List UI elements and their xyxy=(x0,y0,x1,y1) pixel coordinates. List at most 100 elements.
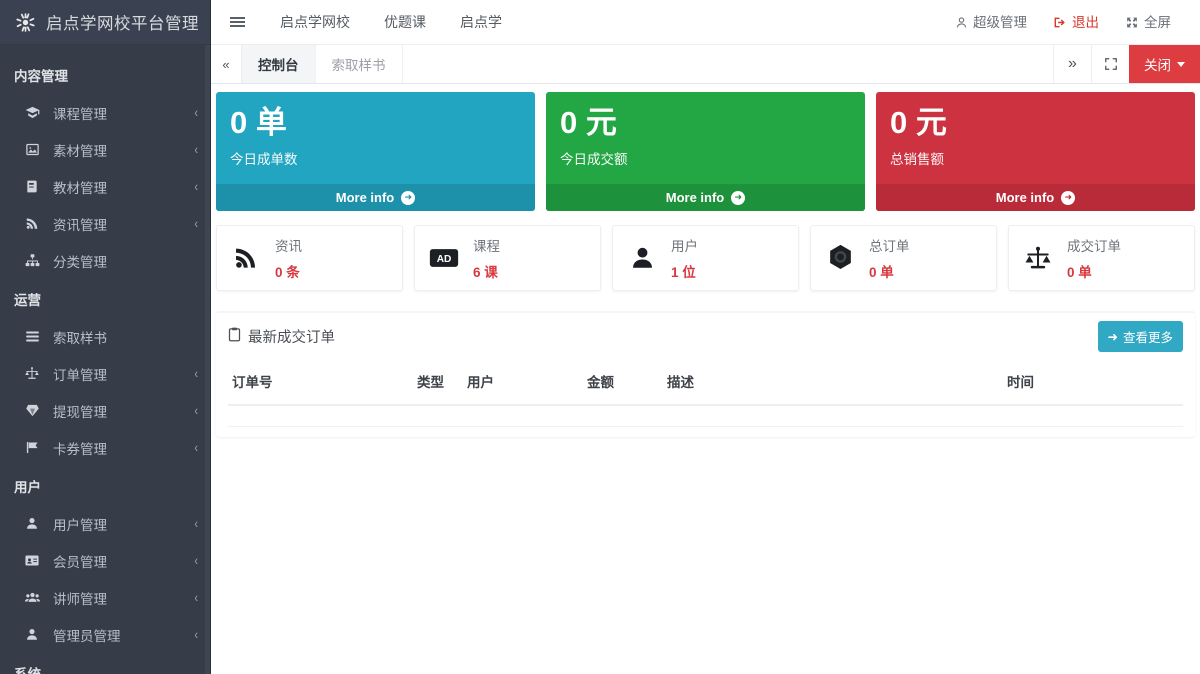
info-box-news[interactable]: 资讯 0 条 xyxy=(216,225,403,291)
info-box-number: 1 位 xyxy=(671,261,698,281)
top-nav-link-quiz[interactable]: 优题课 xyxy=(367,0,443,45)
flag-icon xyxy=(22,440,42,455)
info-box-title: 课程 xyxy=(473,235,500,255)
stat-box-more-link[interactable]: More info ➜ xyxy=(876,184,1195,211)
sidebar-section-operations: 运营 xyxy=(0,279,210,318)
stat-box-body: 0 单 今日成单数 xyxy=(216,92,535,184)
sidebar-item-label: 教材管理 xyxy=(53,177,194,197)
sidebar-item-instructor-management[interactable]: 讲师管理 ‹ xyxy=(0,579,210,616)
sidebar-section-users: 用户 xyxy=(0,466,210,505)
logout-button[interactable]: 退出 xyxy=(1040,0,1112,45)
maximize-icon[interactable] xyxy=(1091,45,1129,83)
sidebar-item-category-management[interactable]: 分类管理 xyxy=(0,242,210,279)
user-icon xyxy=(955,16,968,29)
gem-icon xyxy=(22,403,42,418)
sidebar-item-order-management[interactable]: 订单管理 ‹ xyxy=(0,355,210,392)
sidebar-item-withdrawal-management[interactable]: 提现管理 ‹ xyxy=(0,392,210,429)
graduation-cap-icon xyxy=(22,105,42,120)
latest-orders-panel-header: 最新成交订单 ➜ 查看更多 xyxy=(216,313,1195,359)
info-box-text: 总订单 0 单 xyxy=(869,235,910,281)
top-nav-link-school[interactable]: 启点学网校 xyxy=(263,0,367,45)
sidebar-item-label: 分类管理 xyxy=(53,251,198,271)
stat-box-more-link[interactable]: More info ➜ xyxy=(216,184,535,211)
info-box-title: 总订单 xyxy=(869,235,910,255)
users-icon xyxy=(22,590,42,605)
fullscreen-button[interactable]: 全屏 xyxy=(1112,0,1184,45)
info-box-text: 资讯 0 条 xyxy=(275,235,302,281)
stat-box-more-label: More info xyxy=(336,190,395,205)
sidebar-section-content: 内容管理 xyxy=(0,55,210,94)
chevron-left-icon: ‹ xyxy=(194,366,198,381)
chevron-left-icon: ‹ xyxy=(194,590,198,605)
sidebar-item-label: 会员管理 xyxy=(53,551,194,571)
sidebar-item-user-management[interactable]: 用户管理 ‹ xyxy=(0,505,210,542)
column-order-no: 订单号 xyxy=(228,359,413,405)
sidebar-section-system: 系统 xyxy=(0,653,210,674)
sidebar-item-member-management[interactable]: 会员管理 ‹ xyxy=(0,542,210,579)
column-description: 描述 xyxy=(663,359,1003,405)
view-more-button[interactable]: ➜ 查看更多 xyxy=(1098,321,1184,352)
latest-orders-panel-body: 订单号 类型 用户 金额 描述 时间 xyxy=(216,359,1195,437)
sidebar-item-news-management[interactable]: 资讯管理 ‹ xyxy=(0,205,210,242)
info-box-number: 0 单 xyxy=(869,261,910,281)
sidebar-item-sample-book-request[interactable]: 索取样书 xyxy=(0,318,210,355)
stat-box-today-orders[interactable]: 0 单 今日成单数 More info ➜ xyxy=(216,92,535,211)
sidebar-item-course-management[interactable]: 课程管理 ‹ xyxy=(0,94,210,131)
rss-icon xyxy=(22,216,42,231)
sidebar-brand-title: 启点学网校平台管理 xyxy=(46,10,199,34)
sidebar-item-coupon-management[interactable]: 卡券管理 ‹ xyxy=(0,429,210,466)
latest-orders-panel: 最新成交订单 ➜ 查看更多 订单号 类型 用户 金额 描述 xyxy=(216,311,1195,437)
info-box-completed-orders[interactable]: 成交订单 0 单 xyxy=(1008,225,1195,291)
latest-orders-title-group: 最新成交订单 xyxy=(228,326,335,347)
info-box-users[interactable]: 用户 1 位 xyxy=(612,225,799,291)
arrow-right-icon: ➜ xyxy=(1108,329,1118,344)
column-time: 时间 xyxy=(1003,359,1183,405)
stat-box-more-label: More info xyxy=(666,190,725,205)
sidebar-item-label: 讲师管理 xyxy=(53,588,194,608)
hamburger-icon[interactable] xyxy=(211,0,263,45)
sidebar-item-label: 提现管理 xyxy=(53,401,194,421)
stat-box-more-link[interactable]: More info ➜ xyxy=(546,184,865,211)
rss-icon xyxy=(217,245,275,271)
table-header-row: 订单号 类型 用户 金额 描述 时间 xyxy=(228,359,1183,405)
view-more-label: 查看更多 xyxy=(1123,327,1173,346)
sidebar-item-admin-management[interactable]: 管理员管理 ‹ xyxy=(0,616,210,653)
sidebar-brand[interactable]: 启点学网校平台管理 xyxy=(0,0,210,45)
column-amount: 金额 xyxy=(583,359,663,405)
info-box-title: 用户 xyxy=(671,235,698,255)
stat-box-today-revenue[interactable]: 0 元 今日成交额 More info ➜ xyxy=(546,92,865,211)
list-icon xyxy=(22,329,42,344)
stat-boxes-row: 0 单 今日成单数 More info ➜ 0 元 今日成交额 More inf… xyxy=(216,92,1195,211)
dashboard-content: 0 单 今日成单数 More info ➜ 0 元 今日成交额 More inf… xyxy=(211,84,1200,674)
sidebar-item-label: 订单管理 xyxy=(53,364,194,384)
info-box-total-orders[interactable]: 总订单 0 单 xyxy=(810,225,997,291)
tab-dashboard[interactable]: 控制台 xyxy=(242,45,316,83)
chevron-left-icon: ‹ xyxy=(194,440,198,455)
user-account-button[interactable]: 超级管理 xyxy=(942,0,1040,45)
sitemap-icon xyxy=(22,253,42,268)
chevron-left-icon: ‹ xyxy=(194,142,198,157)
sidebar-item-label: 素材管理 xyxy=(53,140,194,160)
tabs-scroll-prev-button[interactable]: « xyxy=(211,45,242,83)
sidebar-item-label: 用户管理 xyxy=(53,514,194,534)
sidebar-item-textbook-management[interactable]: 教材管理 ‹ xyxy=(0,168,210,205)
top-nav-link-qidianxue[interactable]: 启点学 xyxy=(443,0,519,45)
sidebar-item-label: 课程管理 xyxy=(53,103,194,123)
close-tabs-dropdown-button[interactable]: 关闭 xyxy=(1129,45,1200,83)
user-icon xyxy=(22,516,42,531)
image-icon xyxy=(22,142,42,157)
stat-box-body: 0 元 总销售额 xyxy=(876,92,1195,184)
tabs-scroll-next-button[interactable]: » xyxy=(1053,45,1091,83)
sidebar-scrollbar[interactable] xyxy=(205,45,210,674)
info-box-courses[interactable]: AD 课程 6 课 xyxy=(414,225,601,291)
top-nav-right: 超级管理 退出 全屏 xyxy=(942,0,1184,45)
stat-box-body: 0 元 今日成交额 xyxy=(546,92,865,184)
sidebar-item-label: 索取样书 xyxy=(53,327,198,347)
svg-text:AD: AD xyxy=(437,255,452,266)
stat-box-total-sales[interactable]: 0 元 总销售额 More info ➜ xyxy=(876,92,1195,211)
info-box-text: 用户 1 位 xyxy=(671,235,698,281)
chevron-left-icon: ‹ xyxy=(194,403,198,418)
sidebar-item-material-management[interactable]: 素材管理 ‹ xyxy=(0,131,210,168)
tab-sample-book-request[interactable]: 索取样书 xyxy=(316,45,403,83)
user-icon xyxy=(613,245,671,271)
